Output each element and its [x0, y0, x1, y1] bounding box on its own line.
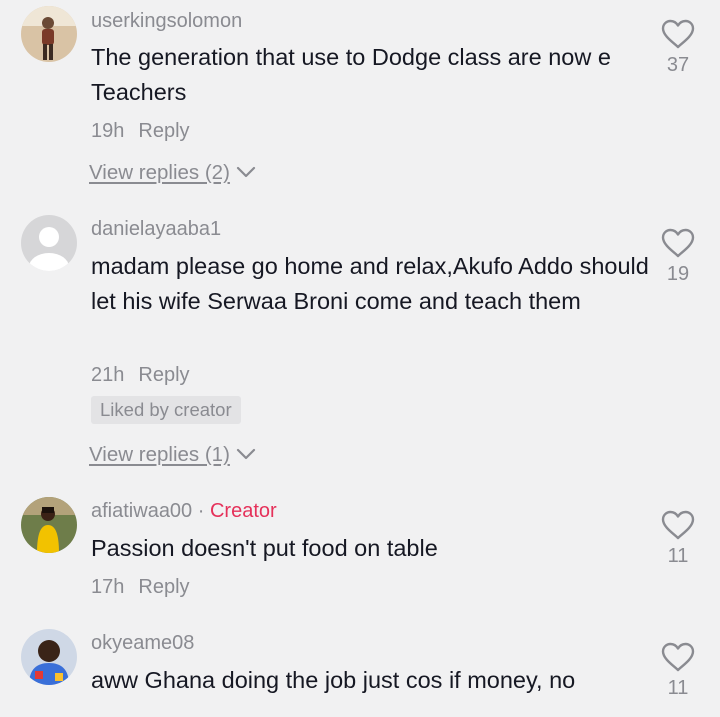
like-button[interactable]: 19: [656, 227, 700, 286]
comment-time: 17h: [91, 576, 125, 598]
default-avatar-icon: [21, 215, 77, 271]
creator-badge: Creator: [209, 500, 277, 522]
reply-button[interactable]: Reply: [138, 364, 189, 386]
comment-username[interactable]: afiatiwaa00 · Creator: [91, 500, 277, 523]
view-replies-label: View replies (1): [89, 443, 230, 466]
like-count: 37: [666, 54, 690, 76]
like-button[interactable]: 37: [656, 18, 700, 77]
view-replies-label: View replies (2): [89, 161, 230, 184]
reply-button[interactable]: Reply: [138, 120, 189, 142]
heart-outline-icon: [661, 642, 695, 672]
view-replies-button[interactable]: View replies (2): [89, 161, 256, 185]
comment-meta: 21h Reply: [91, 364, 190, 387]
view-replies-button[interactable]: View replies (1): [89, 443, 256, 467]
comment-time: 21h: [91, 364, 125, 386]
comment-text: madam please go home and relax,Akufo Add…: [91, 253, 649, 314]
user-photo: [21, 6, 77, 62]
avatar[interactable]: [21, 6, 77, 62]
chevron-down-icon: [236, 448, 256, 460]
like-button[interactable]: 11: [656, 509, 700, 568]
reply-button[interactable]: Reply: [138, 576, 189, 598]
comment-meta: 17h Reply: [91, 576, 190, 599]
heart-outline-icon: [661, 228, 695, 258]
comment-text: The generation that use to Dodge class a…: [91, 44, 611, 105]
avatar[interactable]: [21, 629, 77, 685]
like-count: 11: [667, 677, 689, 699]
like-button[interactable]: 11: [656, 641, 700, 700]
avatar[interactable]: [21, 215, 77, 271]
separator-dot: ·: [197, 500, 205, 522]
comment-username[interactable]: danielayaaba1: [91, 218, 221, 241]
like-count: 19: [666, 263, 690, 285]
comment-username[interactable]: okyeame08: [91, 632, 194, 655]
comment-username-text: afiatiwaa00: [91, 500, 193, 522]
user-photo: [21, 629, 77, 685]
user-photo: [21, 497, 77, 553]
liked-by-creator-badge: Liked by creator: [91, 396, 241, 424]
heart-outline-icon: [661, 510, 695, 540]
chevron-down-icon: [236, 166, 256, 178]
heart-outline-icon: [661, 19, 695, 49]
like-count: 11: [667, 545, 689, 567]
comment-time: 19h: [91, 120, 125, 142]
comment-username[interactable]: userkingsolomon: [91, 10, 242, 33]
comment-text: aww Ghana doing the job just cos if mone…: [91, 667, 576, 693]
avatar[interactable]: [21, 497, 77, 553]
comment-text: Passion doesn't put food on table: [91, 535, 438, 561]
comment-meta: 19h Reply: [91, 120, 190, 143]
